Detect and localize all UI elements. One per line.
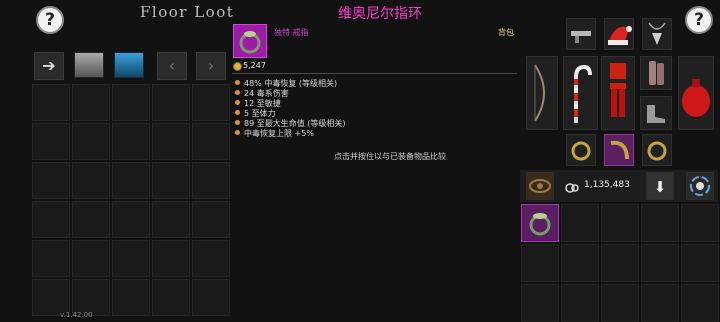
- inventory-slot[interactable]: [521, 244, 559, 282]
- gold-ring-icon: [571, 141, 591, 161]
- item-price: 5,247: [243, 61, 266, 70]
- loot-slot[interactable]: [72, 123, 110, 160]
- inventory-slot[interactable]: [601, 244, 639, 282]
- loot-slot[interactable]: [192, 162, 230, 199]
- item-name: 维奥尼尔指环: [338, 6, 422, 22]
- settings-button[interactable]: [686, 172, 714, 200]
- amulet-slot[interactable]: [642, 18, 672, 50]
- ring-item-icon: [529, 213, 551, 236]
- loot-slot[interactable]: [192, 84, 230, 121]
- loot-slot[interactable]: [152, 162, 190, 199]
- item-rarity-type: 独特 戒指: [274, 28, 309, 37]
- inventory-slot[interactable]: [641, 204, 679, 242]
- eye-icon: [529, 179, 551, 193]
- ring-currency-icon: [565, 179, 579, 198]
- tooltip-divider: [232, 73, 517, 74]
- stat-bullet-icon: [235, 120, 240, 125]
- loot-filter-blue[interactable]: [114, 52, 144, 78]
- stat-bullet-icon: [235, 100, 240, 105]
- inventory-slot[interactable]: [561, 244, 599, 282]
- gloves-slot[interactable]: [640, 56, 672, 90]
- stat-bullet-icon: [235, 110, 240, 115]
- loot-slot[interactable]: [152, 123, 190, 160]
- inventory-slot[interactable]: [641, 284, 679, 322]
- weapon-slot[interactable]: [566, 18, 596, 50]
- loot-slot[interactable]: [152, 279, 190, 316]
- gold-amount: 1,135,483: [584, 180, 630, 190]
- loot-slot[interactable]: [152, 84, 190, 121]
- item-location: 背包: [498, 28, 514, 37]
- loot-slot[interactable]: [192, 123, 230, 160]
- stat-bullet-icon: [235, 130, 240, 135]
- loot-slot[interactable]: [72, 84, 110, 121]
- armor-slot[interactable]: [601, 56, 635, 130]
- loot-slot[interactable]: [192, 279, 230, 316]
- stat-line: 中毒恢复上限 +5%: [235, 128, 314, 139]
- floor-loot-title: Floor Loot: [140, 3, 235, 21]
- loot-slot[interactable]: [32, 240, 70, 277]
- inventory-slot[interactable]: [601, 284, 639, 322]
- inventory-slot[interactable]: [561, 284, 599, 322]
- version-label: v.1.42.00: [60, 311, 93, 319]
- inventory-slot[interactable]: [681, 284, 719, 322]
- stat-bullet-icon: [235, 90, 240, 95]
- ring-slot-left[interactable]: [566, 134, 596, 166]
- helmet-slot[interactable]: [604, 18, 634, 50]
- loot-slot[interactable]: [152, 201, 190, 238]
- ring-item-icon: [233, 24, 267, 58]
- loot-slot[interactable]: [32, 201, 70, 238]
- gloves-icon: [649, 61, 664, 85]
- santa-suit-icon: [610, 63, 626, 117]
- boots-icon: [647, 105, 665, 123]
- compare-hint: 点击并按住以与已装备物品比较: [334, 152, 446, 161]
- gold-ring-icon: [647, 141, 667, 161]
- loot-slot[interactable]: [112, 201, 150, 238]
- relic-slot[interactable]: [604, 134, 634, 166]
- loot-slot[interactable]: [32, 123, 70, 160]
- loot-slot[interactable]: [192, 240, 230, 277]
- loot-slot[interactable]: [112, 162, 150, 199]
- loot-slot[interactable]: [192, 201, 230, 238]
- offhand-slot[interactable]: [526, 56, 558, 130]
- inventory-slot[interactable]: [601, 204, 639, 242]
- boots-slot[interactable]: [640, 96, 672, 130]
- inventory-slot[interactable]: [681, 204, 719, 242]
- inventory-slot[interactable]: [561, 204, 599, 242]
- loot-slot[interactable]: [72, 162, 110, 199]
- loot-slot[interactable]: [112, 123, 150, 160]
- bow-icon: [534, 64, 545, 122]
- ring-slot-right[interactable]: [642, 134, 672, 166]
- loot-slot[interactable]: [112, 84, 150, 121]
- bag-slot[interactable]: [678, 56, 714, 130]
- transfer-all-button[interactable]: ➔: [34, 52, 64, 80]
- loot-slot[interactable]: [112, 279, 150, 316]
- red-sack-icon: [682, 79, 710, 117]
- loot-slot[interactable]: [112, 240, 150, 277]
- inventory-slot-selected[interactable]: [521, 204, 559, 242]
- santa-hat-icon: [608, 26, 632, 45]
- amulet-icon: [648, 22, 666, 45]
- coin-icon: [233, 62, 242, 71]
- mainhand-slot[interactable]: [563, 56, 598, 130]
- loot-slot[interactable]: [32, 162, 70, 199]
- inventory-slot[interactable]: [681, 244, 719, 282]
- floor-loot-help-button[interactable]: ?: [36, 6, 64, 34]
- horn-icon: [610, 140, 629, 160]
- view-toggle-button[interactable]: [526, 172, 554, 200]
- loot-slot[interactable]: [152, 240, 190, 277]
- loot-slot[interactable]: [72, 201, 110, 238]
- loot-prev-page-button[interactable]: ‹: [157, 52, 187, 80]
- loot-slot[interactable]: [32, 84, 70, 121]
- sort-down-button[interactable]: ⬇: [646, 172, 674, 200]
- candy-cane-icon: [574, 64, 592, 123]
- gun-icon: [571, 31, 591, 43]
- loot-next-page-button[interactable]: ›: [196, 52, 226, 80]
- inventory-slot[interactable]: [641, 244, 679, 282]
- loot-filter-gray[interactable]: [74, 52, 104, 78]
- stat-bullet-icon: [235, 80, 240, 85]
- loot-slot[interactable]: [72, 240, 110, 277]
- gear-icon: [690, 176, 710, 196]
- inventory-help-button[interactable]: ?: [685, 6, 713, 34]
- inventory-slot[interactable]: [521, 284, 559, 322]
